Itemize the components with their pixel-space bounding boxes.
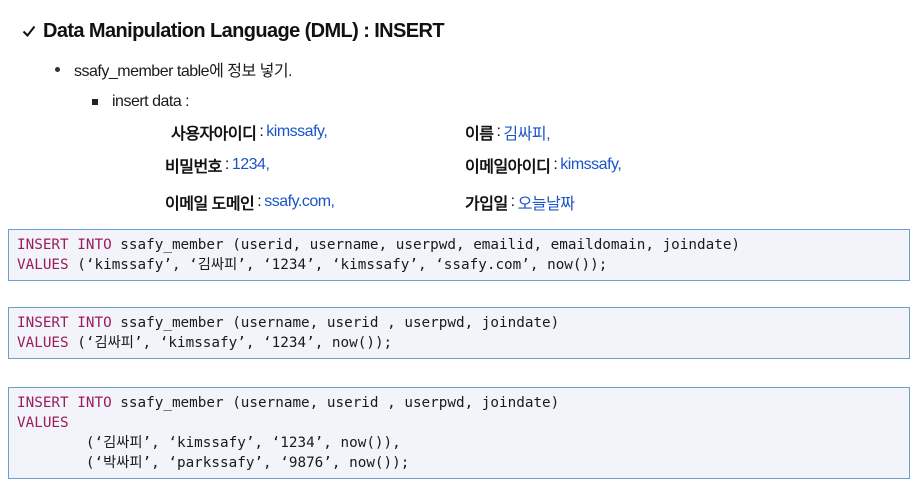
field-value: kimssafy,: [266, 123, 328, 140]
sub-bullet-text: insert data :: [112, 93, 190, 110]
field-joindate: 가입일: 오늘날짜: [465, 189, 575, 215]
bullet-dot: [55, 66, 60, 72]
sub-bullet-item: insert data :: [92, 89, 190, 115]
section-heading: Data Manipulation Language (DML) : INSER…: [22, 14, 445, 48]
bullet-text: ssafy_member table에 정보 넣기.: [74, 63, 293, 80]
field-value: ssafy.com,: [264, 193, 335, 210]
field-label: 가입일: [465, 196, 508, 213]
sql-keyword: INSERT INTO: [17, 315, 112, 331]
field-separator: :: [259, 123, 264, 140]
field-separator: :: [510, 193, 515, 210]
code-block-1: INSERT INTO ssafy_member (userid, userna…: [8, 229, 910, 281]
bullet-item: ssafy_member table에 정보 넣기.: [55, 56, 293, 82]
field-label: 사용자아이디: [171, 126, 257, 143]
field-value: kimssafy,: [560, 156, 622, 173]
code-text: ssafy_member (username, userid , userpwd…: [111, 395, 560, 411]
code-block-2: INSERT INTO ssafy_member (username, user…: [8, 307, 910, 359]
heading-text: Data Manipulation Language (DML) : INSER…: [43, 19, 445, 42]
sql-keyword: VALUES: [17, 415, 69, 431]
code-text: (‘김싸피’, ‘kimssafy’, ‘1234’, now());: [68, 335, 393, 351]
code-text: (‘박싸피’, ‘parkssafy’, ‘9876’, now());: [17, 455, 410, 471]
field-separator: :: [224, 156, 229, 173]
field-username: 이름: 김싸피,: [465, 119, 551, 145]
field-label: 비밀번호: [165, 159, 222, 176]
code-text: ssafy_member (username, userid , userpwd…: [111, 315, 560, 331]
field-emaildomain: 이메일 도메인: ssafy.com,: [165, 189, 335, 215]
code-text: (‘김싸피’, ‘kimssafy’, ‘1234’, now()),: [17, 435, 401, 451]
field-separator: :: [496, 123, 501, 140]
field-value: 1234,: [231, 156, 270, 173]
code-block-3: INSERT INTO ssafy_member (username, user…: [8, 387, 910, 479]
sql-keyword: INSERT INTO: [17, 237, 112, 253]
sql-keyword: VALUES: [17, 257, 69, 273]
field-separator: :: [257, 193, 262, 210]
checkmark-icon: [22, 25, 36, 38]
field-emailid: 이메일아이디: kimssafy,: [465, 152, 622, 178]
code-text: ssafy_member (userid, username, userpwd,…: [111, 237, 741, 253]
field-value: 오늘날짜: [517, 196, 575, 213]
bullet-square: [92, 99, 98, 105]
field-value: 김싸피,: [503, 126, 551, 143]
field-userpwd: 비밀번호:1234,: [165, 152, 270, 178]
field-label: 이메일아이디: [465, 159, 551, 176]
field-separator: :: [553, 156, 558, 173]
sql-keyword: INSERT INTO: [17, 395, 112, 411]
field-label: 이메일 도메인: [165, 196, 255, 213]
field-userid: 사용자아이디: kimssafy,: [171, 119, 328, 145]
code-text: (‘kimssafy’, ‘김싸피’, ‘1234’, ‘kimssafy’, …: [68, 257, 608, 273]
sql-keyword: VALUES: [17, 335, 69, 351]
field-label: 이름: [465, 126, 494, 143]
